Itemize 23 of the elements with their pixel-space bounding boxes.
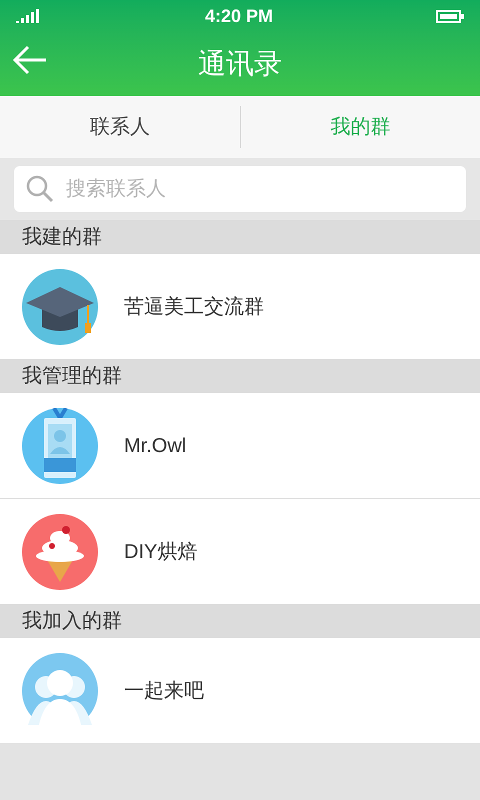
- signal-icon: [16, 9, 42, 23]
- group-name: 一起来吧: [124, 678, 204, 704]
- people-icon: [22, 652, 98, 728]
- group-name: Mr.Owl: [124, 434, 186, 458]
- group-row[interactable]: 一起来吧: [0, 638, 480, 743]
- graduation-cap-icon: [22, 268, 98, 344]
- group-name: 苦逼美工交流群: [124, 294, 264, 320]
- group-row[interactable]: DIY烘焙: [0, 499, 480, 604]
- battery-icon: [436, 10, 464, 22]
- tab[interactable]: 联系人: [0, 96, 240, 158]
- section-header: 我建的群: [22, 225, 102, 250]
- group-name: DIY烘焙: [124, 540, 198, 564]
- search-field[interactable]: 搜索联系人: [14, 166, 466, 212]
- ice-cream-icon: [22, 514, 98, 590]
- page-title: 通讯录: [198, 47, 282, 81]
- id-badge-icon: [22, 408, 98, 484]
- group-row[interactable]: 苦逼美工交流群: [0, 254, 480, 359]
- section-header: 我管理的群: [22, 364, 122, 389]
- section-header: 我加入的群: [22, 609, 122, 634]
- group-row[interactable]: Mr.Owl: [0, 393, 480, 498]
- back-button[interactable]: [12, 44, 48, 76]
- status-time: 4:20 PM: [204, 4, 274, 28]
- back-arrow-icon: [12, 44, 48, 76]
